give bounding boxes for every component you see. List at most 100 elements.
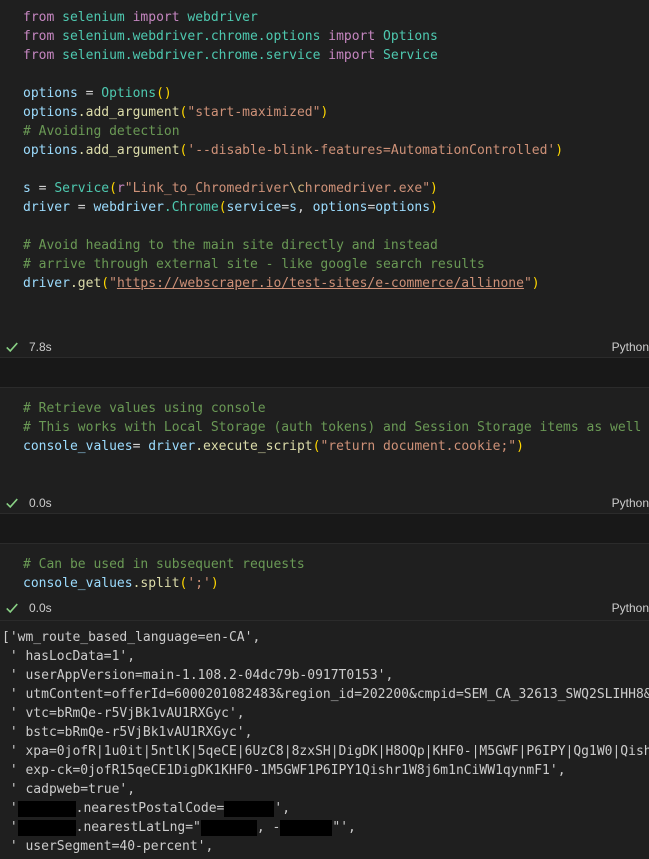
string: "Link_to_Chromedriver: [124, 181, 290, 196]
comment: # arrive through external site - like go…: [23, 257, 485, 272]
method-name: .split: [132, 576, 180, 591]
escape-sequence: \c: [289, 181, 305, 196]
keyword: from: [23, 29, 55, 44]
code-line[interactable]: # Retrieve values using console: [0, 399, 649, 418]
keyword: import: [132, 10, 180, 25]
method-name: .get: [69, 276, 102, 291]
variable: options: [23, 143, 78, 158]
redaction-block: [17, 819, 76, 836]
code-line[interactable]: console_values.split(';'): [0, 574, 649, 593]
imported-name: Service: [383, 48, 438, 63]
cell-output[interactable]: ['wm_route_based_language=en-CA', ' hasL…: [0, 620, 649, 859]
variable: console_values: [23, 439, 133, 454]
module-name: selenium: [62, 10, 125, 25]
output-text: ': [2, 801, 18, 816]
string: ';': [187, 576, 211, 591]
module-name: webdriver: [93, 200, 164, 215]
output-line: ' userSegment=40-percent',: [2, 839, 214, 854]
variable: options: [375, 200, 431, 215]
code-cell-1[interactable]: from selenium import webdriver from sele…: [0, 8, 649, 338]
output-line: ' hasLocData=1',: [2, 649, 136, 664]
code-line[interactable]: from selenium.webdriver.chrome.options i…: [0, 27, 649, 46]
class-name: Service: [54, 181, 110, 196]
code-line[interactable]: # This works with Local Storage (auth to…: [0, 418, 649, 437]
operator: =: [132, 439, 149, 454]
execution-time: 7.8s: [29, 340, 52, 354]
method-name: .add_argument: [77, 105, 180, 120]
quote: ": [109, 276, 117, 291]
quote: ": [523, 276, 532, 291]
code-line[interactable]: options.add_argument("start-maximized"): [0, 103, 649, 122]
variable: console_values: [23, 576, 133, 591]
output-text: , -: [256, 820, 281, 835]
cell-3-status-bar: 0.0s Python: [0, 598, 649, 618]
execution-time: 0.0s: [29, 601, 52, 615]
keyword: import: [328, 48, 376, 63]
output-line: ' xpa=0jofR|1u0it|5ntlK|5qeCE|6UzC8|8zxS…: [2, 744, 649, 759]
code-line[interactable]: # arrive through external site - like go…: [0, 255, 649, 274]
code-cell-2[interactable]: # Retrieve values using console # This w…: [0, 399, 649, 479]
string: "return document.cookie;": [320, 439, 517, 454]
variable: options: [23, 86, 78, 101]
code-cell-3[interactable]: # Can be used in subsequent requests con…: [0, 555, 649, 595]
code-line[interactable]: s = Service(r"Link_to_Chromedriver\chrom…: [0, 179, 649, 198]
variable: driver: [148, 439, 196, 454]
keyword: from: [23, 48, 55, 63]
redaction-block: [224, 800, 275, 817]
string: hromedriver.exe": [304, 181, 431, 196]
keyword: from: [23, 10, 55, 25]
variable: s: [289, 200, 297, 215]
comma: ,: [296, 200, 313, 215]
output-text: "',: [332, 820, 356, 835]
check-icon: [6, 342, 18, 353]
code-line[interactable]: driver.get("https://webscraper.io/test-s…: [0, 274, 649, 293]
code-line[interactable]: options.add_argument('--disable-blink-fe…: [0, 141, 649, 160]
output-line: ' .nearestLatLng=" , - "',: [0, 818, 649, 837]
code-line[interactable]: options = Options(): [0, 84, 649, 103]
keyword-arg: service: [226, 200, 282, 215]
module-name: selenium.webdriver.chrome.service: [62, 48, 321, 63]
code-line-blank[interactable]: [0, 65, 649, 84]
parens: (): [156, 86, 172, 101]
code-line[interactable]: from selenium.webdriver.chrome.service i…: [0, 46, 649, 65]
cell-separator: [0, 513, 649, 544]
class-name: .Chrome: [163, 200, 219, 215]
keyword-arg: options: [312, 200, 368, 215]
code-line-blank[interactable]: [0, 217, 649, 236]
string: '--disable-blink-features=AutomationCont…: [187, 143, 556, 158]
output-line: ' userAppVersion=main-1.108.2-04dc79b-09…: [2, 668, 394, 683]
code-line[interactable]: # Can be used in subsequent requests: [0, 555, 649, 574]
output-text: ': [2, 820, 18, 835]
output-line: ' utmContent=offerId=6000201082483&regio…: [2, 687, 649, 702]
comment: # Can be used in subsequent requests: [23, 557, 305, 572]
redaction-block: [280, 819, 333, 836]
code-line[interactable]: # Avoid heading to the main site directl…: [0, 236, 649, 255]
code-line[interactable]: # Avoiding detection: [0, 122, 649, 141]
method-name: .add_argument: [77, 143, 180, 158]
output-text: .nearestPostalCode=: [75, 801, 225, 816]
output-line: ' exp-ck=0jofR15qeCE1DigDK1KHF0-1M5GWF1P…: [2, 763, 566, 778]
code-line[interactable]: from selenium import webdriver: [0, 8, 649, 27]
string-prefix: r: [116, 181, 125, 196]
code-line-blank[interactable]: [0, 160, 649, 179]
output-line: ['wm_route_based_language=en-CA',: [2, 630, 261, 645]
output-line: ' cadpweb=true',: [2, 782, 136, 797]
operator: =: [281, 200, 290, 215]
url-link[interactable]: https://webscraper.io/test-sites/e-comme…: [117, 276, 524, 291]
variable: options: [23, 105, 78, 120]
comment: # This works with Local Storage (auth to…: [23, 420, 642, 435]
check-icon: [6, 498, 18, 509]
notebook: from selenium import webdriver from sele…: [0, 0, 649, 859]
code-line[interactable]: driver = webdriver.Chrome(service=s, opt…: [0, 198, 649, 217]
code-line[interactable]: console_values= driver.execute_script("r…: [0, 437, 649, 456]
output-line: ' bstc=bRmQe-r5VjBk1vAU1RXGyc',: [2, 725, 253, 740]
language-label[interactable]: Python: [612, 601, 649, 615]
method-name: .execute_script: [195, 439, 313, 454]
output-text: ',: [274, 801, 291, 816]
language-label[interactable]: Python: [612, 496, 649, 510]
language-label[interactable]: Python: [612, 340, 649, 354]
cell-1-status-bar: 7.8s Python: [0, 337, 649, 357]
comment: # Avoiding detection: [23, 124, 180, 139]
keyword: import: [328, 29, 376, 44]
comment: # Avoid heading to the main site directl…: [23, 238, 438, 253]
